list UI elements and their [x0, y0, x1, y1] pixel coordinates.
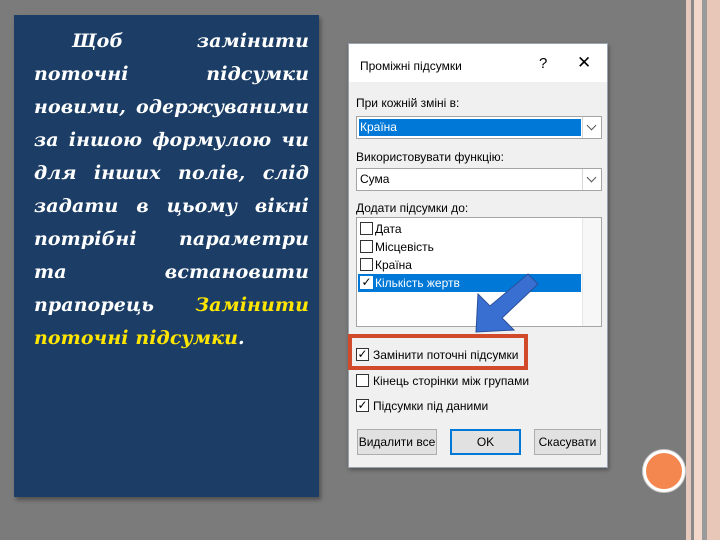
checkbox[interactable]: ✓ — [356, 399, 369, 412]
list-item[interactable]: Країна — [358, 256, 581, 274]
decor-circle — [643, 450, 685, 492]
dialog-titlebar: Проміжні підсумки ? ✕ — [349, 44, 607, 82]
list-item[interactable]: Дата — [358, 220, 581, 238]
arrow-down-left-icon — [475, 273, 539, 333]
add-to-label: Додати підсумки до: — [356, 201, 469, 215]
list-scrollbar[interactable] — [582, 218, 601, 326]
list-item-label: Місцевість — [375, 240, 434, 254]
decor-stripe — [694, 0, 702, 540]
instruction-panel: Щоб замінити поточні підсумки новими, од… — [14, 15, 319, 497]
dropdown-button[interactable] — [582, 117, 601, 138]
callout-box — [348, 334, 528, 370]
checkbox[interactable] — [360, 240, 373, 253]
chevron-down-icon — [586, 172, 597, 183]
group-by-select[interactable]: Країна — [356, 116, 602, 139]
remove-all-button[interactable]: Видалити все — [357, 429, 437, 455]
instruction-text-main: Щоб замінити поточні підсумки новими, од… — [34, 30, 309, 316]
chevron-down-icon — [586, 120, 597, 131]
subtotals-dialog: Проміжні підсумки ? ✕ При кожній зміні в… — [348, 43, 608, 468]
cancel-button[interactable]: Скасувати — [534, 429, 601, 455]
dialog-title: Проміжні підсумки — [360, 59, 462, 73]
help-icon[interactable]: ? — [539, 55, 547, 72]
group-by-label: При кожній зміні в: — [356, 96, 460, 110]
checkbox[interactable]: ✓ — [360, 276, 373, 289]
ok-button[interactable]: OK — [450, 429, 521, 455]
checkbox[interactable] — [356, 374, 369, 387]
option-label: Кінець сторінки між групами — [373, 374, 530, 388]
function-label: Використовувати функцію: — [356, 150, 504, 164]
option-label: Підсумки під даними — [373, 399, 489, 413]
check-icon: ✓ — [357, 398, 368, 412]
group-by-value: Країна — [359, 119, 581, 136]
list-item[interactable]: Місцевість — [358, 238, 581, 256]
list-item-label: Країна — [375, 258, 412, 272]
close-icon[interactable]: ✕ — [577, 53, 591, 73]
list-item[interactable]: ✓ Кількість жертв — [358, 274, 581, 292]
instruction-text: Щоб замінити поточні підсумки новими, од… — [34, 25, 309, 355]
instruction-text-end: . — [238, 327, 245, 349]
list-item-label: Дата — [375, 222, 402, 236]
checkbox[interactable] — [360, 222, 373, 235]
function-select[interactable]: Сума — [356, 168, 602, 191]
checkbox[interactable] — [360, 258, 373, 271]
function-value: Сума — [360, 172, 390, 186]
check-icon: ✓ — [361, 275, 372, 289]
decor-stripe — [707, 0, 720, 540]
list-item-label: Кількість жертв — [375, 276, 460, 290]
dropdown-button[interactable] — [582, 169, 601, 190]
